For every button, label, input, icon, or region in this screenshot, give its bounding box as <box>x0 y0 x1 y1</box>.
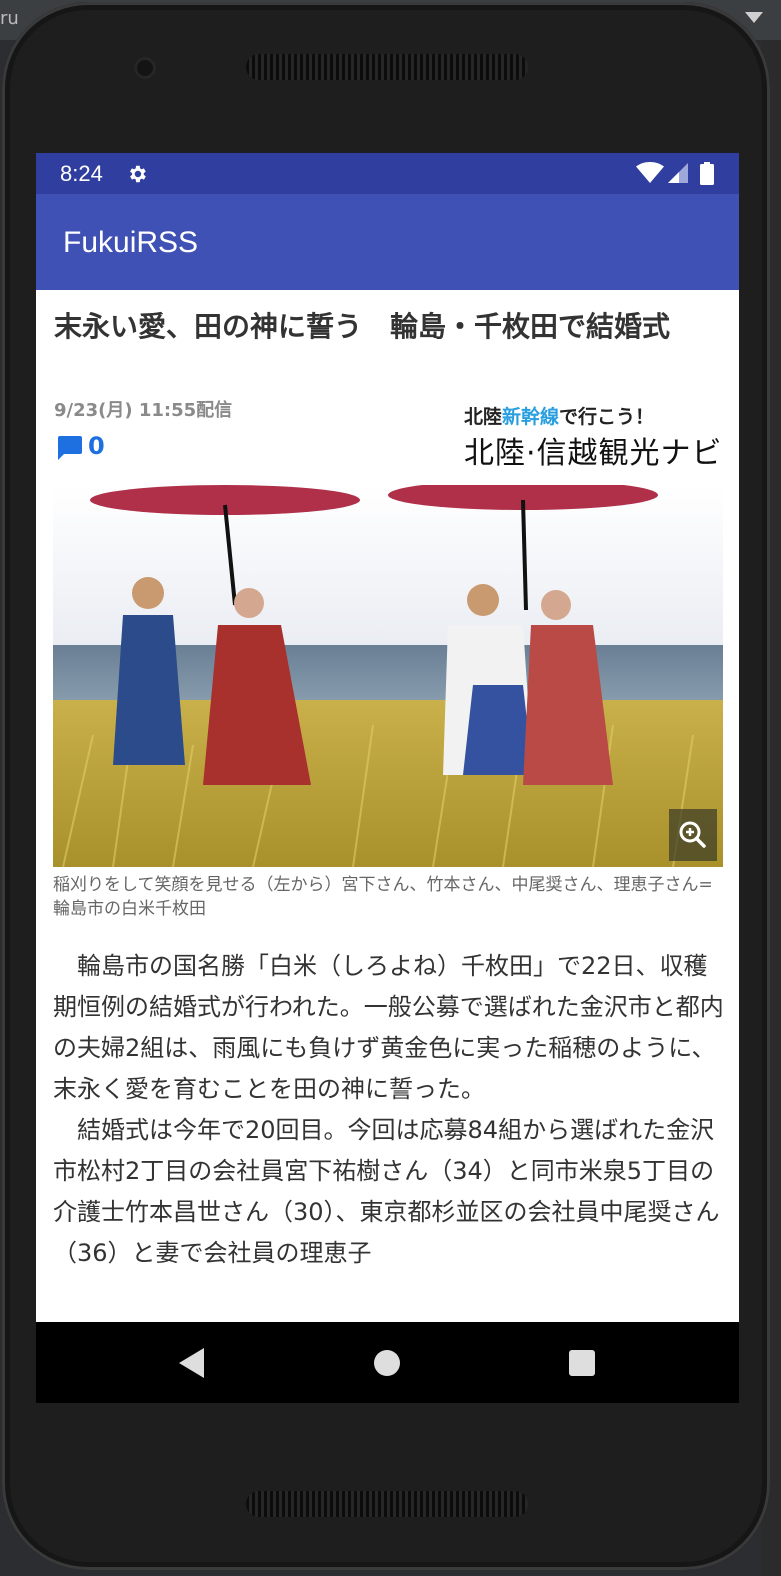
article-paragraph: 輪島市の国名勝「白米（しろよね）千枚田」で22日、収穫期恒例の結婚式が行われた。… <box>53 952 724 1103</box>
article-content[interactable]: 末永い愛、田の神に誓う 輪島・千枚田で結婚式 9/23(月) 11:55配信 0… <box>36 290 739 1322</box>
article-headline: 末永い愛、田の神に誓う 輪島・千枚田で結婚式 <box>54 310 671 343</box>
home-icon[interactable] <box>374 1350 400 1376</box>
signal-icon <box>668 163 688 183</box>
navigation-bar <box>36 1322 739 1403</box>
article-body: 輪島市の国名勝「白米（しろよね）千枚田」で22日、収穫期恒例の結婚式が行われた。… <box>53 946 725 1274</box>
wedding-photo-illustration <box>53 485 723 867</box>
top-speaker-grille <box>246 54 528 80</box>
article-photo[interactable] <box>53 485 723 867</box>
camera-icon <box>134 57 156 79</box>
recent-apps-icon[interactable] <box>569 1350 595 1376</box>
dropdown-arrow-icon[interactable] <box>745 12 763 23</box>
gear-icon <box>130 165 146 183</box>
ide-tab-fragment: ru <box>0 8 19 29</box>
wifi-icon <box>636 162 664 183</box>
zoom-button[interactable] <box>669 809 717 861</box>
app-title: FukuiRSS <box>63 226 199 259</box>
article-date: 9/23(月) 11:55配信 <box>54 400 233 421</box>
ad-tagline-suffix: で行こう！ <box>559 406 655 428</box>
device-screen: 8:24 FukuiRSS 末永い愛、田の神に誓う 輪島・千枚田で結婚式 9/2… <box>36 153 739 1403</box>
ad-tagline: 北陸新幹線で行こう！ <box>464 402 654 429</box>
back-icon[interactable] <box>179 1348 204 1378</box>
phone-frame: 8:24 FukuiRSS 末永い愛、田の神に誓う 輪島・千枚田で結婚式 9/2… <box>2 2 770 1570</box>
ad-tagline-highlight: 新幹線 <box>502 406 560 428</box>
ad-title: 北陸·信越観光ナビ <box>464 436 723 471</box>
status-time: 8:24 <box>60 161 103 186</box>
comment-icon <box>58 436 82 460</box>
bottom-speaker-grille <box>246 1491 528 1517</box>
photo-caption: 稲刈りをして笑顔を見せる（左から）宮下さん、竹本さん、中尾奨さん、理恵子さん=輪… <box>53 875 713 919</box>
status-bar: 8:24 <box>36 153 739 194</box>
battery-icon <box>700 162 714 185</box>
app-bar: FukuiRSS <box>36 194 739 290</box>
comment-count: 0 <box>88 432 105 460</box>
ad-tagline-prefix: 北陸 <box>464 406 503 428</box>
article-paragraph: 結婚式は今年で20回目。今回は応募84組から選ばれた金沢市松村2丁目の会社員宮下… <box>53 1116 720 1267</box>
ad-banner[interactable]: 北陸新幹線で行こう！ 北陸·信越観光ナビ <box>464 402 724 471</box>
zoom-in-icon <box>679 821 706 848</box>
